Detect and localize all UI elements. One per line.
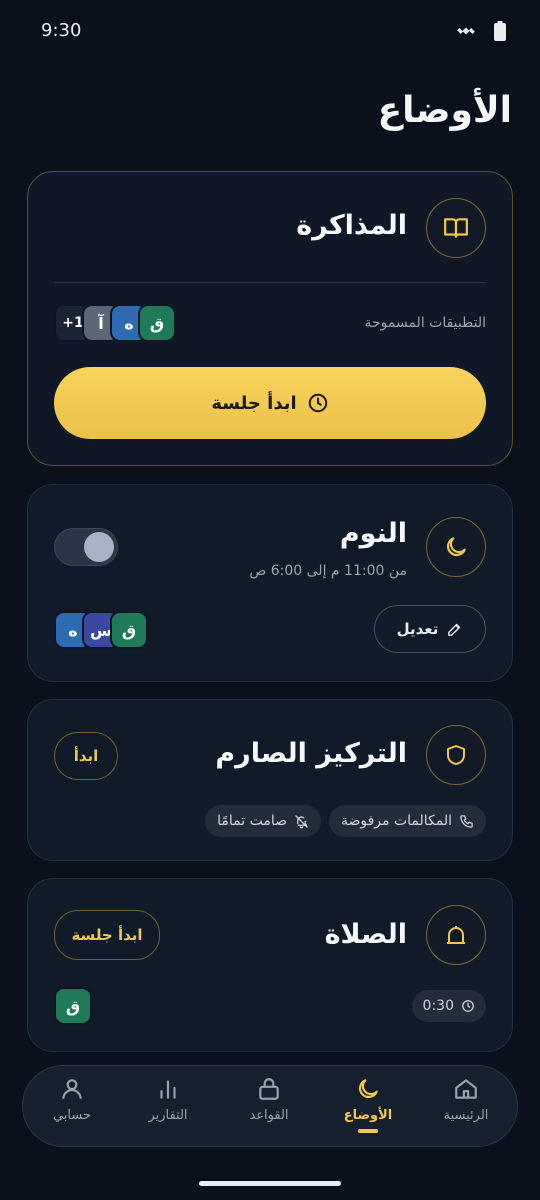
bell-off-icon xyxy=(295,814,308,828)
home-indicator[interactable] xyxy=(199,1181,341,1186)
nav-label-reports: التقارير xyxy=(148,1108,188,1123)
prayer-start-label: ابدأ جلسة xyxy=(71,926,143,944)
pencil-icon xyxy=(448,623,461,636)
calls-blocked-tag: المكالمات مرفوضة xyxy=(328,805,486,837)
status-time: 9:30 xyxy=(41,20,82,41)
nav-item-rules[interactable]: القواعد xyxy=(224,1076,314,1123)
mosque-icon xyxy=(447,926,465,944)
nav-label-rules: القواعد xyxy=(249,1108,289,1123)
phone-icon xyxy=(460,814,473,828)
study-mode-title: المذاكرة xyxy=(296,210,407,241)
prayer-mode-title: الصلاة xyxy=(324,919,407,950)
prayer-mode-icon-badge xyxy=(426,905,486,965)
start-session-button[interactable]: ابدأ جلسة xyxy=(54,367,486,439)
divider xyxy=(54,282,486,283)
shield-icon xyxy=(447,745,465,765)
sleep-schedule: من 11:00 م إلى 6:00 ص xyxy=(249,563,407,579)
nav-item-modes[interactable]: الأوضاع xyxy=(323,1076,413,1133)
allowed-apps-label: التطبيقات المسموحة xyxy=(364,315,486,331)
moon-icon xyxy=(358,1079,378,1099)
book-icon xyxy=(444,218,468,238)
silent-label: صامت تمامًا xyxy=(217,813,287,829)
moon-icon xyxy=(446,537,466,557)
study-mode-icon-badge xyxy=(426,198,486,258)
duration-value: 0:30 xyxy=(422,998,454,1014)
prayer-mode-card: الصلاة ابدأ جلسة 0:30 ق xyxy=(27,878,513,1052)
nav-item-home[interactable]: الرئيسية xyxy=(421,1076,511,1123)
bottom-nav: الرئيسية الأوضاع القواعد التقارير حسابي xyxy=(22,1065,518,1147)
nav-label-home: الرئيسية xyxy=(443,1108,489,1123)
strict-focus-title: التركيز الصارم xyxy=(215,738,407,769)
toggle-knob xyxy=(84,532,114,562)
bar-chart-icon xyxy=(160,1080,176,1099)
edit-button[interactable]: تعديل xyxy=(374,605,486,653)
sleep-mode-title: النوم xyxy=(339,518,407,549)
start-session-label: ابدأ جلسة xyxy=(211,392,297,414)
clock-icon xyxy=(462,1000,474,1012)
app-chip: ق xyxy=(110,611,148,649)
active-indicator xyxy=(358,1129,378,1133)
sleep-mode-card: النوم من 11:00 م إلى 6:00 ص تعديل ه س ق xyxy=(27,484,513,682)
app-chip: ق xyxy=(54,987,92,1025)
calls-blocked-label: المكالمات مرفوضة xyxy=(340,813,452,829)
strict-focus-card: التركيز الصارم ابدأ المكالمات مرفوضة صام… xyxy=(27,699,513,861)
nav-label-account: حسابي xyxy=(52,1108,92,1123)
home-icon xyxy=(455,1079,477,1099)
nav-label-modes: الأوضاع xyxy=(343,1108,393,1123)
lock-icon xyxy=(259,1078,279,1100)
page-title: الأوضاع xyxy=(377,90,512,131)
edit-label: تعديل xyxy=(396,620,439,638)
sleep-apps-stack[interactable]: ه س ق xyxy=(54,611,148,649)
app-chip: ق xyxy=(138,304,176,342)
nav-item-reports[interactable]: التقارير xyxy=(123,1076,213,1123)
prayer-start-session-button[interactable]: ابدأ جلسة xyxy=(54,910,160,960)
person-icon xyxy=(62,1079,82,1099)
status-icons xyxy=(456,21,506,41)
start-label: ابدأ xyxy=(73,747,99,765)
nav-item-account[interactable]: حسابي xyxy=(27,1076,117,1123)
silent-tag: صامت تمامًا xyxy=(205,805,321,837)
allowed-apps-stack[interactable]: +1 آ ه ق xyxy=(54,304,176,342)
status-bar: 9:30 xyxy=(0,0,540,64)
duration-tag: 0:30 xyxy=(411,990,486,1022)
satellite-icon xyxy=(457,27,475,35)
study-mode-card: المذاكرة التطبيقات المسموحة +1 آ ه ق ابد… xyxy=(27,171,513,466)
clock-icon xyxy=(308,393,327,413)
start-button[interactable]: ابدأ xyxy=(54,732,118,780)
sleep-mode-toggle[interactable] xyxy=(54,528,118,566)
sleep-mode-icon-badge xyxy=(426,517,486,577)
strict-focus-icon-badge xyxy=(426,725,486,785)
battery-icon xyxy=(494,21,506,41)
prayer-apps-stack[interactable]: ق xyxy=(54,987,92,1025)
